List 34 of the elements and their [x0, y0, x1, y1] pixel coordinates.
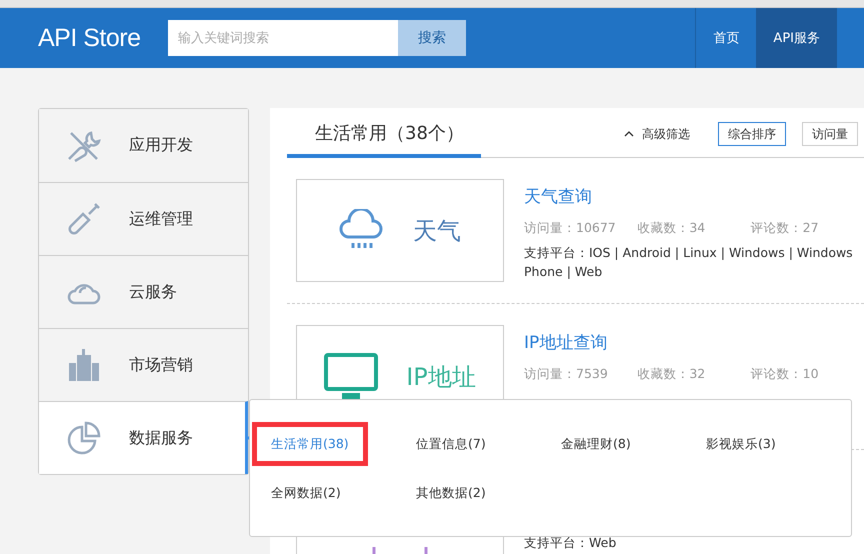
chevron-up-icon: [624, 131, 634, 137]
subcategory-link[interactable]: 金融理财(8): [542, 422, 650, 466]
category-tab[interactable]: 生活常用（38个）: [287, 108, 481, 158]
api-stat: 收藏数：34: [637, 220, 706, 237]
advanced-filter-link[interactable]: 高级筛选: [642, 126, 690, 142]
sort-button[interactable]: 访问量: [802, 122, 858, 146]
thumbnail-label: IP地址: [406, 362, 476, 392]
api-title-link[interactable]: IP地址查询: [524, 331, 864, 354]
platforms-text: 支持平台：Web: [524, 534, 618, 552]
subcategory-link[interactable]: 全网数据(2): [252, 471, 360, 515]
sort-button[interactable]: 综合排序: [718, 122, 786, 146]
nav-item[interactable]: 首页: [696, 8, 756, 68]
api-stat: 访问量：7539: [524, 366, 609, 383]
subcategory-link[interactable]: 其他数据(2): [397, 471, 505, 515]
subcategory-link[interactable]: 影视娱乐(3): [687, 422, 795, 466]
nav-item[interactable]: API服务: [756, 8, 837, 68]
tools-icon: [67, 128, 101, 162]
sidebar-item[interactable]: 数据服务: [39, 401, 248, 474]
api-title-link[interactable]: 天气查询: [524, 185, 864, 208]
subcategory-link[interactable]: 位置信息(7): [397, 422, 505, 466]
subcategory-link[interactable]: 生活常用(38): [252, 422, 368, 466]
logo: API Store: [38, 24, 142, 52]
api-stat: 收藏数：32: [637, 366, 706, 383]
building-icon: [68, 349, 100, 381]
thumbnail-label: 天气: [413, 216, 461, 246]
search-button[interactable]: 搜索: [398, 20, 466, 56]
api-stat: 评论数：27: [750, 220, 820, 237]
search-field[interactable]: 输入关键词搜索: [168, 20, 398, 56]
screwdriver-icon: [67, 202, 101, 236]
api-stat: 评论数：10: [750, 366, 820, 383]
monitor-icon: [324, 352, 378, 400]
pie-chart-icon: [67, 421, 101, 455]
api-stat: 访问量：10677: [524, 220, 617, 237]
platforms-text: 支持平台：IOS | Android | Linux | Windows | Windows Phone | Web: [524, 244, 854, 281]
